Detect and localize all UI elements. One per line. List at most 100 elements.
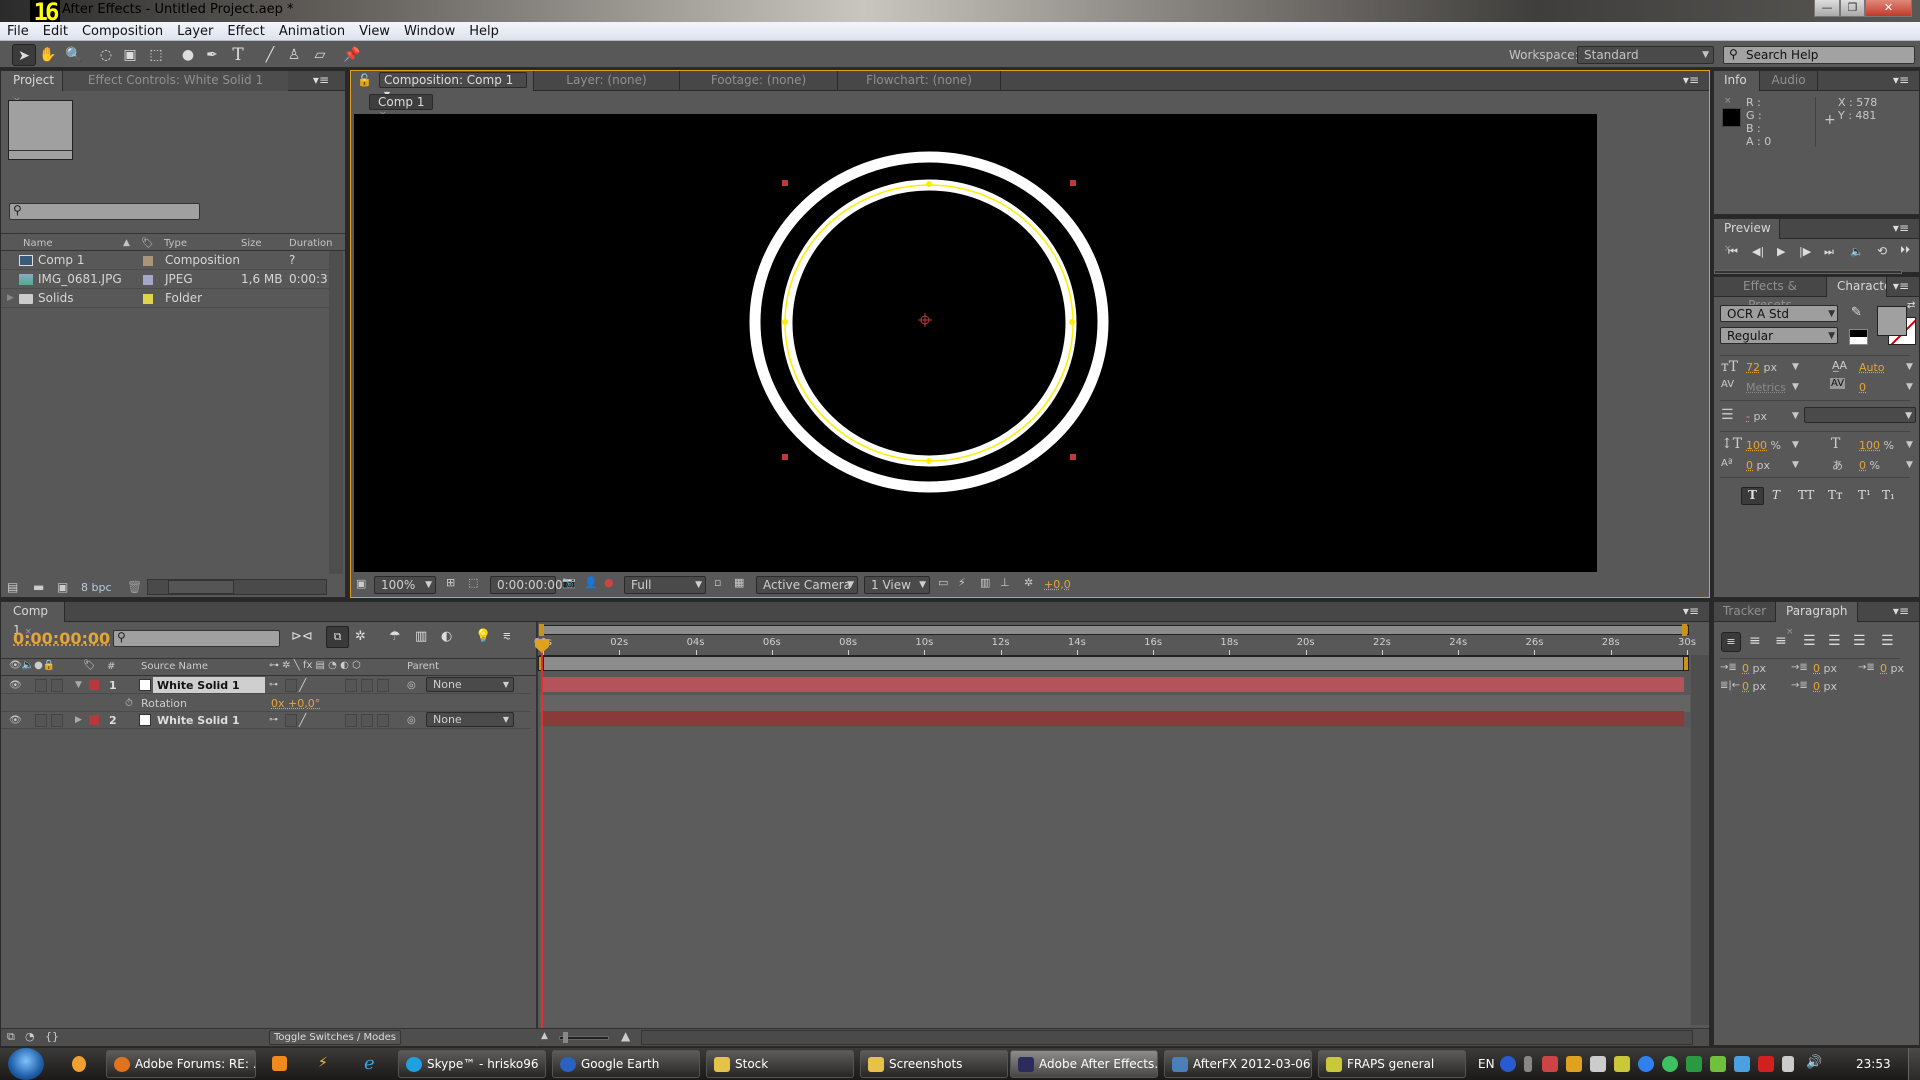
audio-icon[interactable]: 🔈 xyxy=(1850,245,1864,258)
menu-composition[interactable]: Composition xyxy=(75,22,170,41)
snapshot-icon[interactable]: 📷 xyxy=(562,576,576,589)
previous-frame-button[interactable]: ◀| xyxy=(1752,245,1764,258)
menu-animation[interactable]: Animation xyxy=(272,22,352,41)
workspace-dropdown[interactable]: Standard ▼ xyxy=(1577,46,1714,64)
work-area-bar[interactable] xyxy=(539,656,1689,671)
tab-paragraph[interactable]: Paragraph × xyxy=(1776,602,1858,637)
column-duration[interactable]: Duration xyxy=(289,238,332,249)
stopwatch-icon[interactable]: ⏱ xyxy=(125,695,133,712)
in-out-duration-icon[interactable]: {} xyxy=(45,1030,59,1043)
toggle-switches-modes-button[interactable]: Toggle Switches / Modes xyxy=(269,1030,401,1045)
parent-dropdown[interactable]: None ▼ xyxy=(426,677,514,692)
column-type[interactable]: Type xyxy=(164,238,187,249)
label-column-icon[interactable]: 🏷 xyxy=(141,238,154,249)
column-parent[interactable]: Parent xyxy=(407,661,439,672)
tab-flowchart[interactable]: Flowchart: (none) xyxy=(838,71,1001,91)
play-button[interactable]: ▶ xyxy=(1777,245,1785,258)
close-icon[interactable]: × xyxy=(1786,627,1794,637)
menu-effect[interactable]: Effect xyxy=(220,22,271,41)
tray-icon[interactable] xyxy=(1734,1056,1750,1072)
frame-blending-icon[interactable]: ▥ xyxy=(415,629,427,644)
lock-checkbox[interactable] xyxy=(51,679,63,692)
loop-icon[interactable]: ⟲ xyxy=(1877,244,1887,258)
view-layout-dropdown[interactable]: 1 View ▼ xyxy=(864,576,930,594)
pen-tool-icon[interactable]: ✒ xyxy=(200,44,224,66)
zoom-slider-thumb[interactable] xyxy=(563,1032,568,1043)
project-item-image[interactable]: IMG_0681.JPG JPEG 1,6 MB xyxy=(1,270,331,289)
3d-switch[interactable] xyxy=(377,679,389,692)
vertical-scale-field[interactable]: 100 % xyxy=(1746,439,1781,452)
label-swatch[interactable] xyxy=(143,256,153,266)
exposure-reset-icon[interactable]: ✲ xyxy=(1024,576,1033,589)
timeline-icon[interactable]: ▥ xyxy=(980,576,990,589)
layer-name[interactable]: White Solid 1 xyxy=(157,712,240,729)
expand-triangle-icon[interactable]: ▶ xyxy=(7,289,14,308)
show-desktop-button[interactable] xyxy=(1908,1048,1920,1080)
space-after-field[interactable]: 0 px xyxy=(1813,680,1837,693)
justify-all-button[interactable]: ☰ xyxy=(1881,633,1894,649)
chevron-down-icon[interactable]: ▼ xyxy=(1906,460,1913,470)
work-area-navigator[interactable] xyxy=(539,625,1689,635)
zoom-out-icon[interactable]: ▲ xyxy=(541,1031,548,1041)
tab-effect-controls[interactable]: Effect Controls: White Solid 1 xyxy=(63,71,288,91)
font-style-dropdown[interactable]: Regular ▼ xyxy=(1720,327,1838,344)
swap-colors-icon[interactable]: ⇄ xyxy=(1907,300,1915,311)
composition-dropdown[interactable]: Composition: Comp 1 ▾ xyxy=(379,72,527,101)
align-left-button[interactable]: ≡ xyxy=(1721,632,1741,652)
zoom-tool-icon[interactable]: 🔍 xyxy=(62,44,86,66)
selection-tool-icon[interactable]: ➤ xyxy=(12,44,36,66)
panel-menu-icon[interactable]: ▾≡ xyxy=(1683,73,1699,87)
collapse-switch[interactable] xyxy=(285,679,297,692)
rotation-tool-icon[interactable]: ◌ xyxy=(94,44,118,66)
navigator-start-handle[interactable] xyxy=(539,624,544,636)
mask-vertex[interactable] xyxy=(926,181,932,187)
navigator-end-handle[interactable] xyxy=(1682,624,1687,636)
collapse-switch[interactable] xyxy=(285,714,297,727)
adjustment-switch[interactable] xyxy=(361,679,373,692)
new-folder-icon[interactable]: ▬ xyxy=(33,580,44,594)
panel-menu-icon[interactable]: ▾≡ xyxy=(1893,221,1909,235)
project-item-folder[interactable]: ▶ Solids Folder xyxy=(1,289,331,308)
flowchart-icon[interactable]: ⊥ xyxy=(1000,576,1010,589)
menu-layer[interactable]: Layer xyxy=(170,22,220,41)
trash-icon[interactable]: 🗑 xyxy=(127,580,142,594)
interpret-footage-icon[interactable]: ▤ xyxy=(7,580,18,594)
layer-1-duration-bar[interactable] xyxy=(542,677,1684,692)
taskbar-item-fraps[interactable]: FRAPS general xyxy=(1318,1050,1466,1078)
tab-audio[interactable]: Audio xyxy=(1760,71,1818,91)
internet-explorer-icon[interactable]: e xyxy=(364,1053,375,1074)
property-row-rotation[interactable]: ⏱ Rotation 0x +0,0° xyxy=(1,695,531,712)
chevron-down-icon[interactable]: ▼ xyxy=(1906,382,1913,392)
anchor-point-icon[interactable] xyxy=(918,313,932,327)
magnification-dropdown[interactable]: 100% ▼ xyxy=(374,576,436,594)
network-tray-icon[interactable] xyxy=(1782,1056,1794,1072)
tsume-field[interactable]: 0 % xyxy=(1859,459,1880,472)
chevron-down-icon[interactable]: ▼ xyxy=(1792,362,1799,372)
subscript-button[interactable]: T₁ xyxy=(1882,488,1895,502)
label-swatch[interactable] xyxy=(143,275,153,285)
winamp-icon[interactable]: ⚡ xyxy=(318,1055,328,1071)
mask-vertex[interactable] xyxy=(1069,319,1075,325)
menu-window[interactable]: Window xyxy=(397,22,462,41)
color-channels-icon[interactable]: ● xyxy=(604,576,614,589)
motion-blur-switch[interactable] xyxy=(345,714,357,727)
tab-composition[interactable]: 🔓 Composition: Comp 1 ▾ × xyxy=(351,71,534,120)
resolution-dropdown[interactable]: Full ▼ xyxy=(624,576,706,594)
shy-switch[interactable]: ⊶ xyxy=(269,677,278,694)
tray-icon[interactable] xyxy=(1590,1056,1606,1072)
last-frame-button[interactable]: ⏭ xyxy=(1824,245,1834,259)
time-ruler[interactable]: 00s02s04s06s08s10s12s14s16s18s20s22s24s2… xyxy=(534,636,1696,656)
parent-dropdown[interactable]: None ▼ xyxy=(426,712,514,727)
comp-mini-flowchart-icon[interactable]: ⊳⊲ xyxy=(291,629,313,644)
work-area-end[interactable] xyxy=(1683,656,1689,671)
panel-menu-icon[interactable]: ▾≡ xyxy=(1893,73,1909,87)
stroke-style-dropdown[interactable]: ▼ xyxy=(1804,407,1916,423)
graph-editor-icon[interactable]: ⩳ xyxy=(503,629,511,644)
minimize-button[interactable]: — xyxy=(1814,0,1840,17)
label-swatch[interactable] xyxy=(143,294,153,304)
layer-handle[interactable] xyxy=(782,454,788,460)
timeline-search-input[interactable]: ⚲ xyxy=(113,630,280,647)
motion-blur-switch[interactable] xyxy=(345,679,357,692)
close-icon[interactable]: × xyxy=(1724,96,1732,106)
layer-row-1[interactable]: 👁 ▼ 1 White Solid 1 ⊶ ╱ ◎ None ▼ xyxy=(1,677,531,694)
